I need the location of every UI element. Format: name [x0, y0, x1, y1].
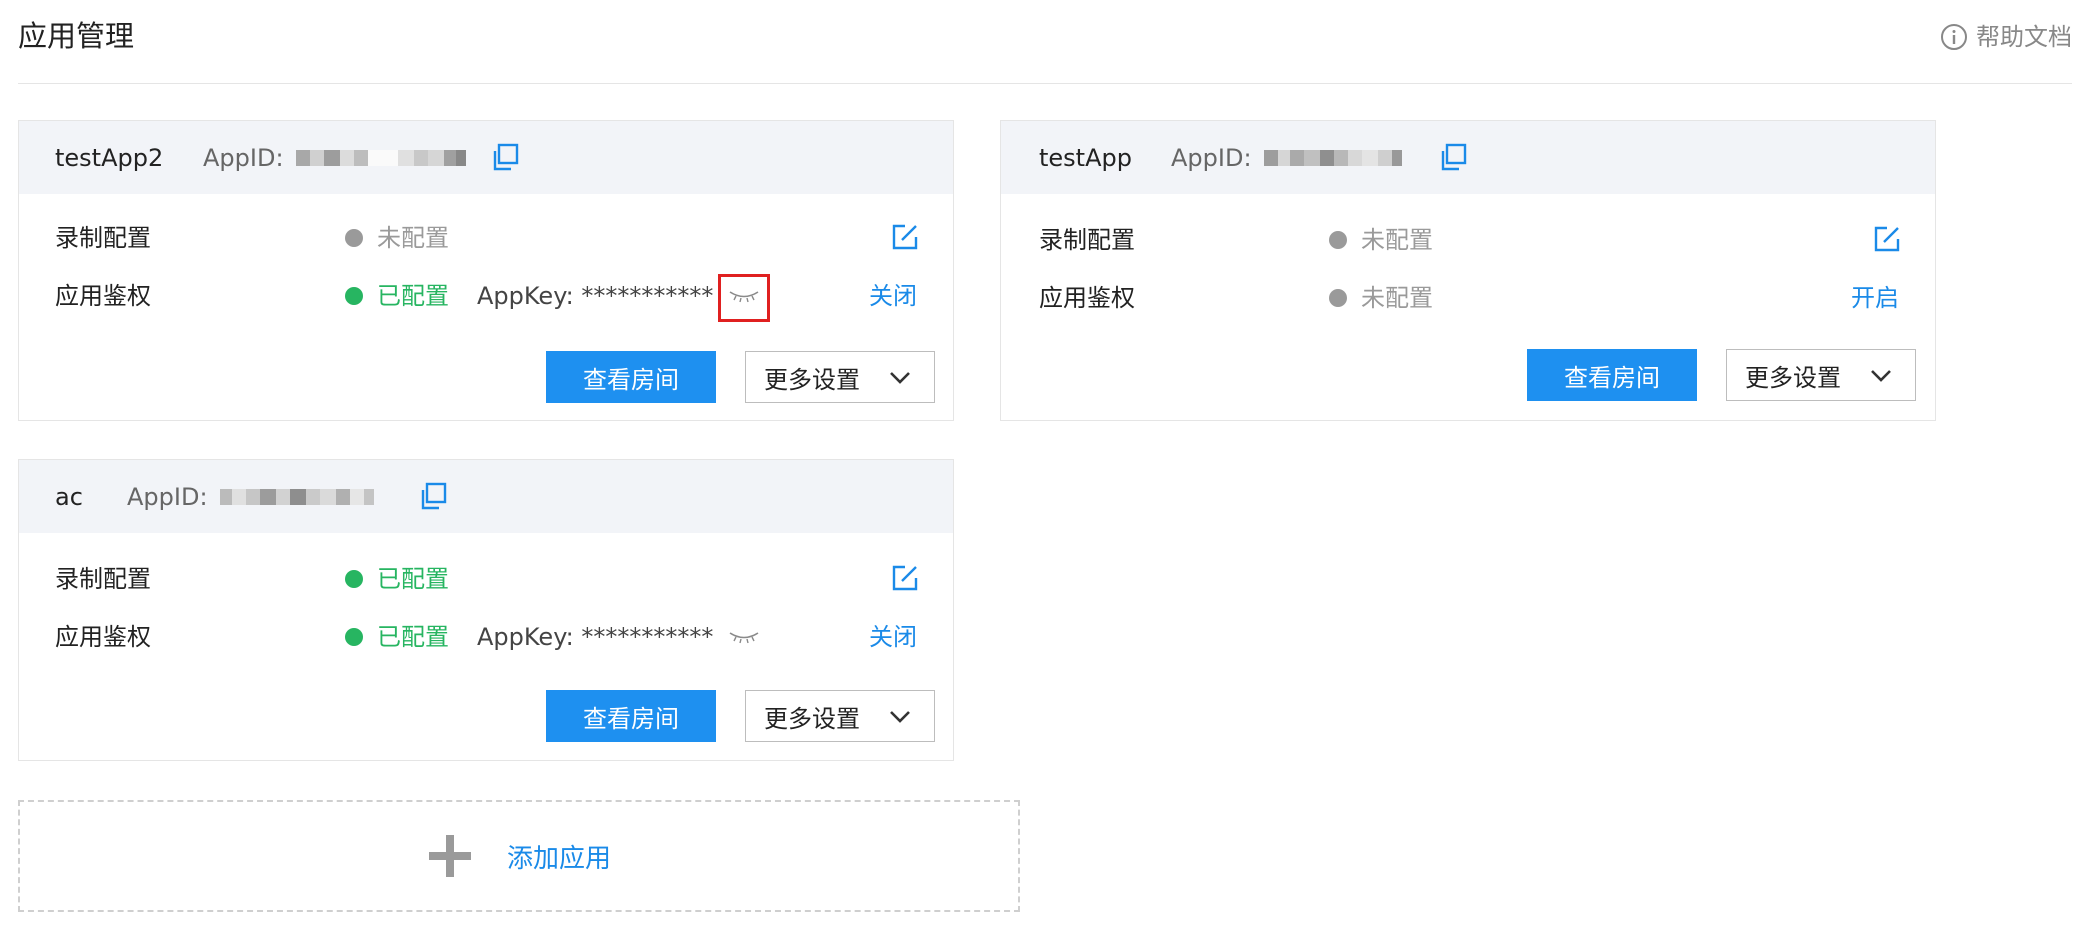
- card-header: ac AppID:: [19, 460, 953, 533]
- eye-closed-icon[interactable]: [728, 289, 760, 303]
- view-rooms-button[interactable]: 查看房间: [546, 690, 716, 742]
- add-app-label: 添加应用: [506, 843, 611, 874]
- appid-label: AppID:: [127, 483, 208, 511]
- app-name: testApp: [1039, 144, 1132, 172]
- auth-label: 应用鉴权: [55, 623, 151, 651]
- appid-label: AppID:: [1171, 144, 1252, 172]
- card-header: testApp2 AppID:: [19, 121, 953, 194]
- recording-label: 录制配置: [55, 224, 151, 252]
- recording-status-text: 已配置: [377, 565, 449, 593]
- help-docs-label: 帮助文档: [1976, 23, 2072, 51]
- auth-status-text: 已配置: [377, 623, 449, 651]
- more-settings-label: 更多设置: [764, 365, 860, 394]
- edit-icon[interactable]: [1873, 225, 1901, 253]
- appkey-value: AppKey: ***********: [477, 623, 714, 651]
- more-settings-dropdown[interactable]: 更多设置: [745, 351, 935, 403]
- page-title: 应用管理: [18, 19, 135, 53]
- appid: AppID:: [1171, 141, 1402, 175]
- app-card-ac: ac AppID: 录制配置 已配置 应用鉴权 已配置 AppKey: ****…: [18, 459, 954, 761]
- status-dot: [345, 287, 363, 305]
- appid: AppID:: [203, 141, 466, 175]
- appid-value-redacted: [1263, 150, 1402, 166]
- recording-status-text: 未配置: [1361, 226, 1433, 254]
- appkey-value: AppKey: ***********: [477, 282, 714, 310]
- auth-toggle-button[interactable]: 开启: [1851, 281, 1899, 315]
- auth-toggle-button[interactable]: 关闭: [869, 279, 917, 313]
- appid-value-redacted: [219, 489, 374, 505]
- appid-label: AppID:: [203, 144, 284, 172]
- card-header: testApp AppID:: [1001, 121, 1935, 194]
- chevron-down-icon: [890, 372, 910, 384]
- eye-closed-icon[interactable]: [728, 630, 760, 644]
- add-app-button[interactable]: 添加应用: [18, 800, 1020, 912]
- auth-status-text: 已配置: [377, 282, 449, 310]
- copy-icon[interactable]: [1439, 143, 1467, 171]
- copy-icon[interactable]: [419, 482, 447, 510]
- auth-toggle-button[interactable]: 关闭: [869, 620, 917, 654]
- app-card-testapp2: testApp2 AppID: 录制配置 未配置 应用鉴权 已配置 AppKey…: [18, 120, 954, 421]
- more-settings-label: 更多设置: [1745, 363, 1841, 392]
- view-rooms-button[interactable]: 查看房间: [546, 351, 716, 403]
- status-dot: [345, 628, 363, 646]
- status-dot: [345, 229, 363, 247]
- plus-icon: [428, 835, 471, 877]
- page-header: 应用管理 帮助文档: [18, 0, 2072, 84]
- recording-label: 录制配置: [55, 565, 151, 593]
- auth-status: 已配置: [345, 620, 449, 654]
- auth-status-text: 未配置: [1361, 284, 1433, 312]
- copy-icon[interactable]: [491, 143, 519, 171]
- chevron-down-icon: [890, 711, 910, 723]
- chevron-down-icon: [1871, 370, 1891, 382]
- auth-label: 应用鉴权: [1039, 284, 1135, 312]
- recording-status: 未配置: [345, 221, 449, 255]
- recording-status-text: 未配置: [377, 224, 449, 252]
- status-dot: [345, 570, 363, 588]
- edit-icon[interactable]: [891, 564, 919, 592]
- appid-value-redacted: [295, 150, 466, 166]
- app-card-testapp: testApp AppID: 录制配置 未配置 应用鉴权 未配置 开启 查看房间…: [1000, 120, 1936, 421]
- info-icon: [1941, 24, 1967, 50]
- more-settings-dropdown[interactable]: 更多设置: [745, 690, 935, 742]
- status-dot: [1329, 289, 1347, 307]
- more-settings-dropdown[interactable]: 更多设置: [1726, 349, 1916, 401]
- auth-status: 已配置: [345, 279, 449, 313]
- recording-label: 录制配置: [1039, 226, 1135, 254]
- edit-icon[interactable]: [891, 223, 919, 251]
- more-settings-label: 更多设置: [764, 704, 860, 733]
- auth-label: 应用鉴权: [55, 282, 151, 310]
- appid: AppID:: [127, 480, 374, 514]
- recording-status: 未配置: [1329, 223, 1433, 257]
- auth-status: 未配置: [1329, 281, 1433, 315]
- status-dot: [1329, 231, 1347, 249]
- recording-status: 已配置: [345, 562, 449, 596]
- help-docs-link[interactable]: 帮助文档: [1940, 20, 2072, 54]
- view-rooms-button[interactable]: 查看房间: [1527, 349, 1697, 401]
- app-name: testApp2: [55, 144, 164, 172]
- app-name: ac: [55, 483, 83, 511]
